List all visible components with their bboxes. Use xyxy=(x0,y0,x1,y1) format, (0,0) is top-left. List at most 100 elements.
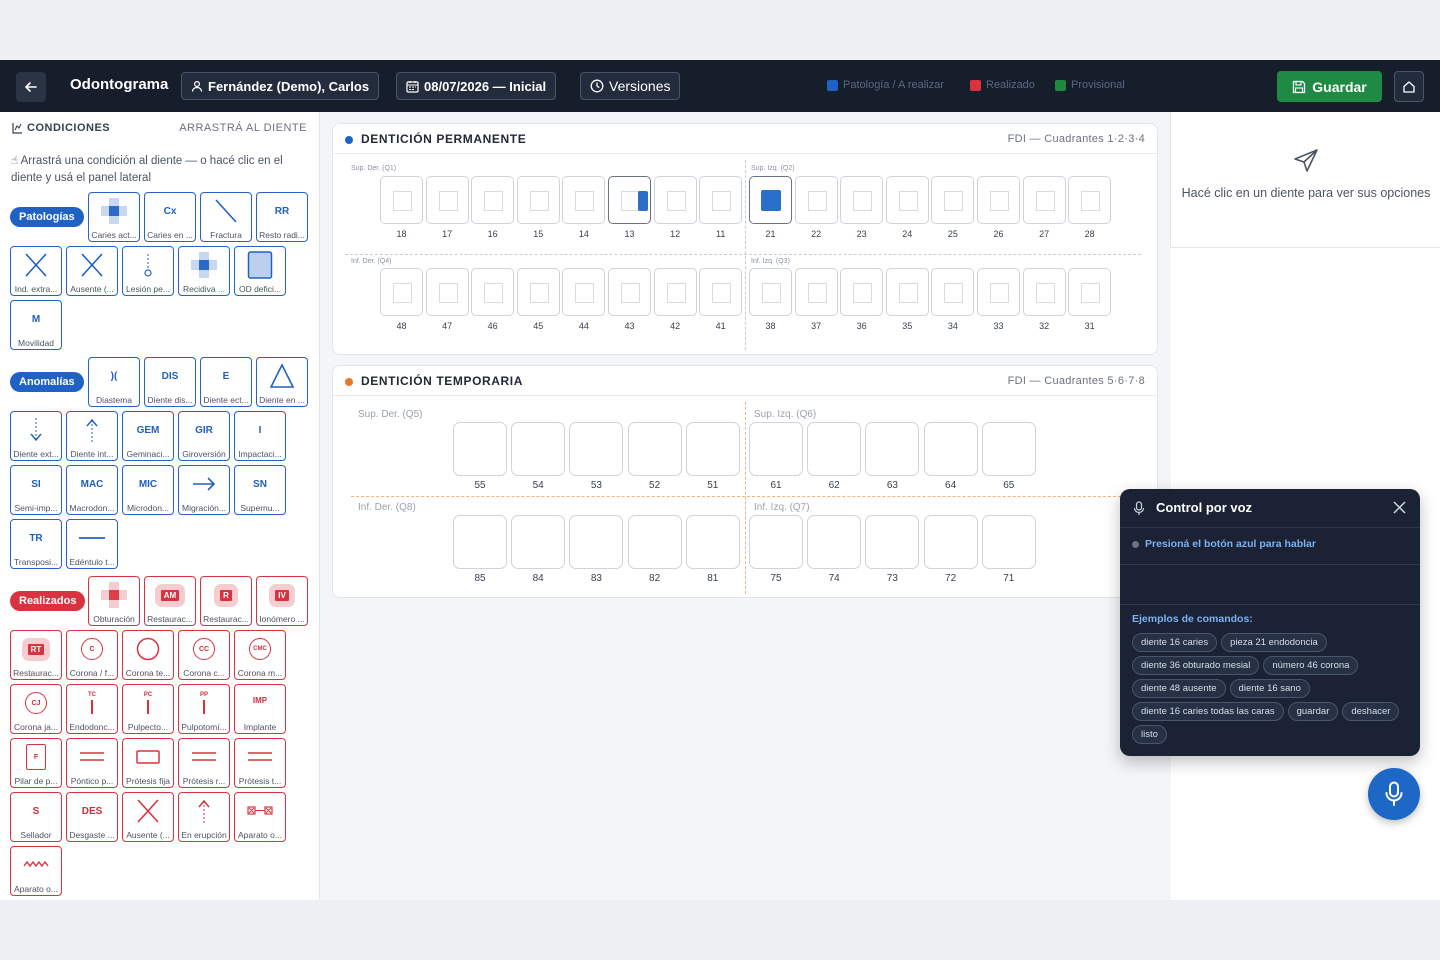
tooth[interactable] xyxy=(653,176,697,224)
versions-button[interactable]: Versiones xyxy=(580,72,681,100)
tooth[interactable] xyxy=(1022,268,1066,316)
temporary-tooth[interactable] xyxy=(569,422,624,476)
tooth[interactable] xyxy=(840,268,884,316)
tooth[interactable] xyxy=(380,268,423,316)
tooth[interactable] xyxy=(1068,176,1112,224)
temporary-tooth[interactable] xyxy=(685,422,740,476)
tooth[interactable] xyxy=(516,176,560,224)
tooth[interactable] xyxy=(699,176,743,224)
condition-tile[interactable]: CMC Corona m... xyxy=(234,630,286,680)
condition-tile[interactable]: Prótesis t... xyxy=(234,738,286,788)
tooth[interactable] xyxy=(608,176,651,224)
command-chip[interactable]: número 46 corona xyxy=(1263,656,1359,675)
condition-tile[interactable]: SI Semi-imp... xyxy=(10,465,62,515)
tooth[interactable] xyxy=(425,176,469,224)
temporary-tooth[interactable] xyxy=(685,515,740,569)
temporary-tooth[interactable] xyxy=(627,515,682,569)
tooth[interactable] xyxy=(471,176,515,224)
tooth[interactable] xyxy=(794,176,838,224)
condition-tile[interactable]: CC Corona c... xyxy=(178,630,230,680)
condition-tile[interactable]: Diente en ... xyxy=(256,357,308,407)
condition-tile[interactable]: MIC Microdon... xyxy=(122,465,174,515)
condition-tile[interactable]: Corona te... xyxy=(122,630,174,680)
condition-tile[interactable]: OD defici... xyxy=(234,246,286,296)
tooth[interactable] xyxy=(1022,176,1066,224)
temporary-tooth[interactable] xyxy=(627,422,682,476)
condition-tile[interactable]: Fractura xyxy=(200,192,252,242)
command-chip[interactable]: diente 16 sano xyxy=(1229,679,1310,698)
condition-tile[interactable]: Aparato o... xyxy=(10,846,62,896)
tooth[interactable] xyxy=(380,176,423,224)
microphone-button[interactable] xyxy=(1368,768,1420,820)
temporary-tooth[interactable] xyxy=(981,422,1036,476)
temporary-tooth[interactable] xyxy=(453,515,507,569)
command-chip[interactable]: diente 36 obturado mesial xyxy=(1132,656,1260,675)
condition-tile[interactable]: DIS Diente dis... xyxy=(144,357,196,407)
condition-tile[interactable]: M Movilidad xyxy=(10,300,62,350)
condition-tile[interactable]: AM Restaurac... xyxy=(144,576,196,626)
tooth[interactable] xyxy=(471,268,515,316)
tooth[interactable] xyxy=(840,176,884,224)
condition-tile[interactable]: Migración... xyxy=(178,465,230,515)
condition-tile[interactable]: RR Resto radi... xyxy=(256,192,308,242)
command-chip[interactable]: diente 16 caries todas las caras xyxy=(1132,702,1284,721)
condition-tile[interactable]: En erupción xyxy=(178,792,230,842)
condition-tile[interactable]: GIR Giroversión xyxy=(178,411,230,461)
condition-tile[interactable]: Póntico p... xyxy=(66,738,118,788)
tooth[interactable] xyxy=(885,176,929,224)
tooth[interactable] xyxy=(749,268,792,316)
temporary-tooth[interactable] xyxy=(749,515,803,569)
condition-tile[interactable]: Ausente (... xyxy=(122,792,174,842)
condition-tile[interactable]: F Pilar de p... xyxy=(10,738,62,788)
command-chip[interactable]: diente 16 caries xyxy=(1132,633,1218,652)
temporary-tooth[interactable] xyxy=(511,515,566,569)
condition-tile[interactable]: RT Restaurac... xyxy=(10,630,62,680)
condition-tile[interactable]: Ind. extra... xyxy=(10,246,62,296)
tooth[interactable] xyxy=(653,268,697,316)
temporary-tooth[interactable] xyxy=(807,515,862,569)
condition-tile[interactable]: GEM Geminaci... xyxy=(122,411,174,461)
condition-tile[interactable]: PP Pulpotomí... xyxy=(178,684,230,734)
temporary-tooth[interactable] xyxy=(569,515,624,569)
tooth[interactable] xyxy=(425,268,469,316)
condition-tile[interactable]: I Impactaci... xyxy=(234,411,286,461)
tooth[interactable] xyxy=(562,268,606,316)
tooth[interactable] xyxy=(1068,268,1112,316)
tooth[interactable] xyxy=(608,268,651,316)
back-button[interactable] xyxy=(16,72,46,102)
temporary-tooth[interactable] xyxy=(511,422,566,476)
condition-tile[interactable]: PC Pulpecto... xyxy=(122,684,174,734)
tooth[interactable] xyxy=(977,176,1020,224)
tooth[interactable] xyxy=(794,268,838,316)
condition-tile[interactable]: SN Supernu... xyxy=(234,465,286,515)
condition-tile[interactable]: S Sellador xyxy=(10,792,62,842)
home-button[interactable] xyxy=(1394,71,1424,102)
tooth[interactable] xyxy=(931,176,975,224)
condition-tile[interactable]: Prótesis r... xyxy=(178,738,230,788)
patient-selector[interactable]: Fernández (Demo), Carlos xyxy=(181,72,380,100)
command-chip[interactable]: guardar xyxy=(1287,702,1339,721)
condition-tile[interactable]: Edéntulo t... xyxy=(66,519,118,569)
command-chip[interactable]: pieza 21 endodoncia xyxy=(1221,633,1327,652)
tooth[interactable] xyxy=(562,176,606,224)
tooth[interactable] xyxy=(977,268,1020,316)
close-icon[interactable] xyxy=(1393,501,1406,514)
save-button[interactable]: Guardar xyxy=(1277,71,1382,102)
condition-tile[interactable]: Diente ext... xyxy=(10,411,62,461)
condition-tile[interactable]: Obturación xyxy=(88,576,140,626)
condition-tile[interactable]: Diente int... xyxy=(66,411,118,461)
condition-tile[interactable]: IV Ionómero ... xyxy=(256,576,308,626)
condition-tile[interactable]: Lesión pe... xyxy=(122,246,174,296)
tooth[interactable] xyxy=(885,268,929,316)
temporary-tooth[interactable] xyxy=(453,422,507,476)
condition-tile[interactable]: Recidiva ... xyxy=(178,246,230,296)
condition-tile[interactable]: MAC Macrodon... xyxy=(66,465,118,515)
condition-tile[interactable]: TC Endodonc... xyxy=(66,684,118,734)
condition-tile[interactable]: TR Transposi... xyxy=(10,519,62,569)
session-selector[interactable]: 08/07/2026 — Inicial xyxy=(396,72,557,100)
tooth[interactable] xyxy=(931,268,975,316)
tooth[interactable] xyxy=(699,268,743,316)
condition-tile[interactable]: CJ Corona ja... xyxy=(10,684,62,734)
tooth[interactable] xyxy=(749,176,792,224)
condition-tile[interactable]: R Restaurac... xyxy=(200,576,252,626)
